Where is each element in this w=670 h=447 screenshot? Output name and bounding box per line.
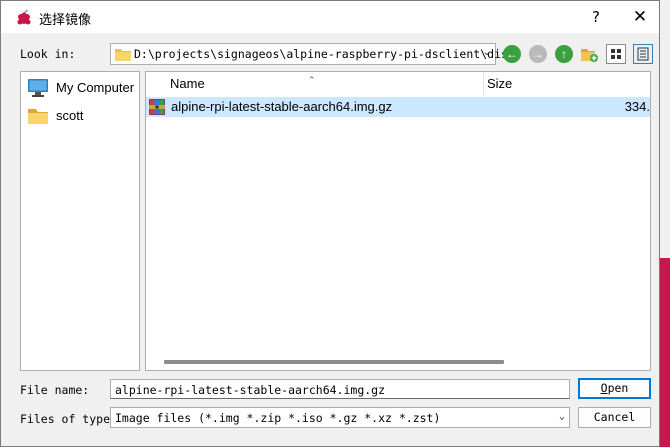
column-header-label: Name: [170, 76, 205, 91]
open-button[interactable]: Open: [578, 378, 651, 399]
background-app-edge: [660, 258, 670, 447]
file-name: alpine-rpi-latest-stable-aarch64.img.gz: [171, 99, 393, 114]
help-button[interactable]: ?: [573, 1, 619, 33]
open-button-mnemonic: O: [600, 381, 608, 395]
column-header-size[interactable]: Size: [484, 72, 650, 96]
file-type-label: Files of type:: [20, 412, 117, 426]
horizontal-scrollbar[interactable]: [164, 360, 504, 364]
file-type-value: Image files (*.img *.zip *.iso *.gz *.xz…: [115, 411, 441, 425]
file-name-label: File name:: [20, 383, 90, 397]
look-in-label: Look in:: [20, 47, 76, 61]
column-header-name[interactable]: ⌃ Name: [146, 72, 484, 96]
chevron-down-icon: ⌄: [482, 47, 491, 58]
back-icon[interactable]: ←: [503, 45, 521, 63]
file-type-select[interactable]: Image files (*.img *.zip *.iso *.gz *.xz…: [110, 407, 570, 428]
archive-icon: [149, 99, 165, 115]
sort-ascending-icon: ⌃: [308, 75, 316, 85]
detail-view-icon[interactable]: [606, 44, 626, 64]
folder-icon: [115, 49, 131, 61]
places-sidebar: My Computer scott: [20, 71, 140, 371]
list-view-icon[interactable]: [633, 44, 653, 64]
table-row[interactable]: alpine-rpi-latest-stable-aarch64.img.gz …: [146, 97, 650, 117]
raspberry-pi-icon: [17, 9, 31, 25]
file-size: 334.: [624, 99, 650, 114]
file-list: ⌃ Name Size alpine-rpi-latest-stable-aar…: [145, 71, 651, 371]
new-folder-icon[interactable]: [580, 45, 598, 63]
open-button-label: pen: [607, 381, 629, 395]
window-title: 选择镜像: [39, 13, 92, 28]
look-in-combobox[interactable]: D:\projects\signageos\alpine-raspberry-p…: [110, 43, 515, 65]
chevron-down-icon: ⌄: [558, 411, 565, 422]
column-header-label: Size: [487, 76, 513, 91]
sidebar-item-label: scott: [56, 108, 84, 123]
file-name-field[interactable]: alpine-rpi-latest-stable-aarch64.img.gz: [110, 379, 570, 399]
sidebar-item-my-computer[interactable]: My Computer: [25, 76, 137, 100]
forward-icon[interactable]: →: [529, 45, 547, 63]
cancel-button[interactable]: Cancel: [578, 407, 651, 428]
computer-icon: [28, 79, 48, 97]
file-open-dialog: 选择镜像 ? ✕ Look in: D:\projects\signageos\…: [0, 0, 660, 447]
close-button[interactable]: ✕: [617, 1, 663, 33]
sidebar-item-label: My Computer: [56, 80, 135, 95]
look-in-path: D:\projects\signageos\alpine-raspberry-p…: [134, 47, 515, 61]
title-bar: 选择镜像 ? ✕: [1, 1, 659, 33]
sidebar-item-scott[interactable]: scott: [25, 104, 137, 128]
folder-icon: [28, 109, 48, 124]
parent-folder-icon[interactable]: ↑: [555, 45, 573, 63]
